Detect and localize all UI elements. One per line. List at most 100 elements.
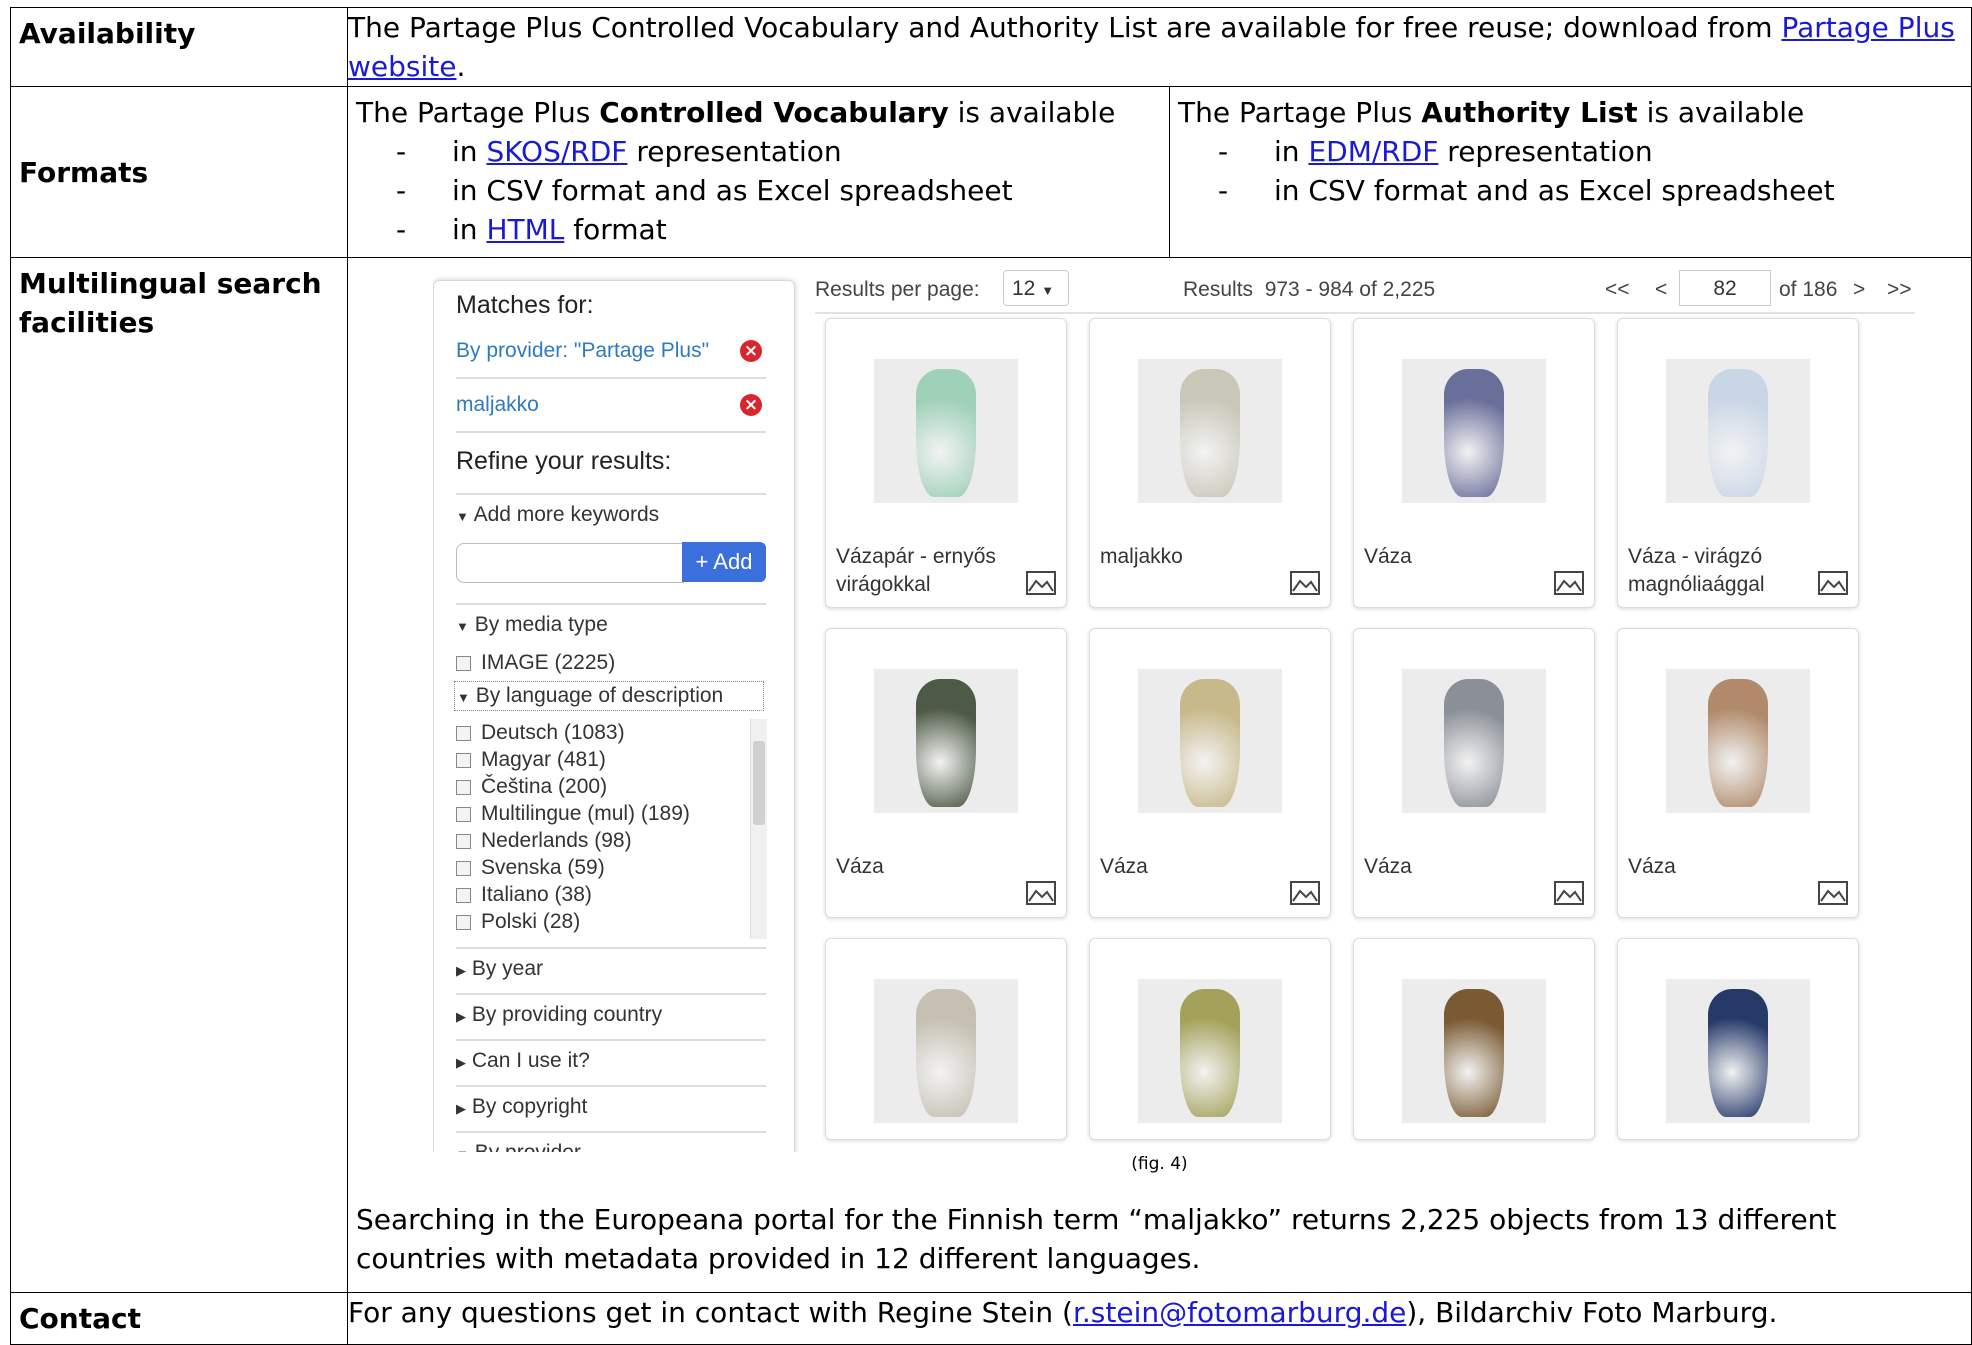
language-option[interactable]: Multilingue (mul) (189) <box>456 800 768 827</box>
add-keywords-toggle[interactable]: ▼ Add more keywords <box>456 503 659 527</box>
checkbox[interactable] <box>456 806 471 822</box>
result-title[interactable]: Váza <box>1364 853 1544 881</box>
formats-label: Formats <box>10 86 348 258</box>
result-card[interactable]: maljakko <box>1089 318 1331 608</box>
result-title[interactable]: Vázapár - ernyős virágokkal <box>836 543 1016 599</box>
checkbox[interactable] <box>456 914 471 930</box>
result-title[interactable]: maljakko <box>1100 543 1280 571</box>
results-per-page-select[interactable]: 12 ▼ <box>1003 270 1069 306</box>
vase-shape <box>1180 989 1240 1117</box>
language-option[interactable]: Čeština (200) <box>456 773 768 800</box>
page-number-input[interactable]: 82 <box>1679 270 1771 306</box>
checkbox[interactable] <box>456 860 471 876</box>
result-card[interactable]: Váza <box>1089 628 1331 918</box>
language-option-label: Svenska (59) <box>481 856 605 879</box>
language-option[interactable]: Polski (28) <box>456 908 768 935</box>
vase-thumbnail[interactable] <box>1402 669 1546 813</box>
language-option[interactable]: Magyar (481) <box>456 746 768 773</box>
vase-thumbnail[interactable] <box>1402 979 1546 1123</box>
result-title[interactable]: Váza - virágzó magnóliaággal <box>1628 543 1808 599</box>
html-link[interactable]: HTML <box>486 213 564 246</box>
contact-cell: For any questions get in contact with Re… <box>347 1292 1972 1345</box>
provider-filter[interactable]: By provider: "Partage Plus" <box>456 339 709 363</box>
remove-term-icon[interactable]: × <box>740 394 762 416</box>
language-option[interactable]: Deutsch (1083) <box>456 719 768 746</box>
section-label: By year <box>471 957 544 980</box>
add-button[interactable]: + Add <box>682 542 766 582</box>
keyword-input[interactable] <box>456 543 684 583</box>
al-format-item: in CSV format and as Excel spreadsheet <box>1218 171 1963 210</box>
media-type-toggle[interactable]: ▼ By media type <box>456 613 608 637</box>
result-card[interactable]: Vázapár - ernyős virágokkal <box>825 318 1067 608</box>
checkbox[interactable] <box>456 833 471 849</box>
triangle-down-icon: ▼ <box>456 509 469 524</box>
checkbox[interactable] <box>456 655 471 671</box>
image-type-icon <box>1554 571 1584 595</box>
result-card[interactable] <box>1089 938 1331 1140</box>
remove-filter-icon[interactable]: × <box>740 340 762 362</box>
next-page-button[interactable]: > <box>1853 278 1865 302</box>
skos-rdf-link[interactable]: SKOS/RDF <box>486 135 627 168</box>
language-scrollbar[interactable] <box>750 719 767 939</box>
divider <box>456 1039 766 1041</box>
image-option[interactable]: IMAGE (2225) <box>456 649 615 676</box>
year-toggle[interactable]: ▶ By year <box>456 957 543 981</box>
first-page-button[interactable]: << <box>1605 278 1630 302</box>
multilingual-description: Searching in the Europeana portal for th… <box>356 1203 1837 1275</box>
vase-shape <box>1708 989 1768 1117</box>
vase-thumbnail[interactable] <box>1138 359 1282 503</box>
availability-text: The Partage Plus Controlled Vocabulary a… <box>348 11 1782 44</box>
item-text: in CSV format and as Excel spreadsheet <box>452 174 1013 207</box>
checkbox[interactable] <box>456 779 471 795</box>
provider-toggle[interactable]: ▼ By provider <box>456 1141 581 1152</box>
result-card[interactable] <box>1353 938 1595 1140</box>
scrollbar-thumb[interactable] <box>753 741 765 825</box>
result-card[interactable]: Váza <box>1353 628 1595 918</box>
rights-toggle[interactable]: ▶ Can I use it? <box>456 1049 590 1073</box>
result-title[interactable]: Váza <box>1628 853 1808 881</box>
term-filter[interactable]: maljakko <box>456 393 539 417</box>
email-link[interactable]: r.stein@fotomarburg.de <box>1073 1296 1406 1329</box>
country-toggle[interactable]: ▶ By providing country <box>456 1003 662 1027</box>
vase-thumbnail[interactable] <box>874 669 1018 813</box>
language-option-label: Italiano (38) <box>481 883 592 906</box>
vase-thumbnail[interactable] <box>1402 359 1546 503</box>
language-toggle[interactable]: ▼ By language of description <box>454 681 764 711</box>
vase-thumbnail[interactable] <box>874 359 1018 503</box>
result-card[interactable] <box>825 938 1067 1140</box>
vase-thumbnail[interactable] <box>1666 359 1810 503</box>
result-card[interactable]: Váza <box>1353 318 1595 608</box>
language-option[interactable]: Nederlands (98) <box>456 827 768 854</box>
item-text: representation <box>1438 135 1653 168</box>
vase-thumbnail[interactable] <box>1138 979 1282 1123</box>
vase-thumbnail[interactable] <box>874 979 1018 1123</box>
result-card[interactable] <box>1617 938 1859 1140</box>
checkbox[interactable] <box>456 887 471 903</box>
vase-thumbnail[interactable] <box>1138 669 1282 813</box>
result-title[interactable]: Váza <box>836 853 1016 881</box>
language-option-label: Polski (28) <box>481 910 581 933</box>
language-option-label: Čeština (200) <box>481 775 608 798</box>
checkbox[interactable] <box>456 752 471 768</box>
checkbox[interactable] <box>456 725 471 741</box>
section-label: Can I use it? <box>471 1049 590 1072</box>
result-title[interactable]: Váza <box>1100 853 1280 881</box>
cv-format-item: in SKOS/RDF representation <box>396 132 1161 171</box>
copyright-toggle[interactable]: ▶ By copyright <box>456 1095 587 1119</box>
vase-shape <box>1444 369 1504 497</box>
al-intro-b: is available <box>1637 96 1805 129</box>
contact-label: Contact <box>10 1292 348 1345</box>
vase-thumbnail[interactable] <box>1666 669 1810 813</box>
result-title[interactable]: Váza <box>1364 543 1544 571</box>
edm-rdf-link[interactable]: EDM/RDF <box>1308 135 1438 168</box>
language-option[interactable]: Italiano (38) <box>456 881 768 908</box>
result-card[interactable]: Váza <box>825 628 1067 918</box>
triangle-right-icon: ▶ <box>456 1055 466 1070</box>
prev-page-button[interactable]: < <box>1655 278 1667 302</box>
vase-thumbnail[interactable] <box>1666 979 1810 1123</box>
last-page-button[interactable]: >> <box>1887 278 1912 302</box>
language-list: Deutsch (1083) Magyar (481) Čeština (200… <box>456 719 768 939</box>
result-card[interactable]: Váza - virágzó magnóliaággal <box>1617 318 1859 608</box>
result-card[interactable]: Váza <box>1617 628 1859 918</box>
language-option[interactable]: Svenska (59) <box>456 854 768 881</box>
